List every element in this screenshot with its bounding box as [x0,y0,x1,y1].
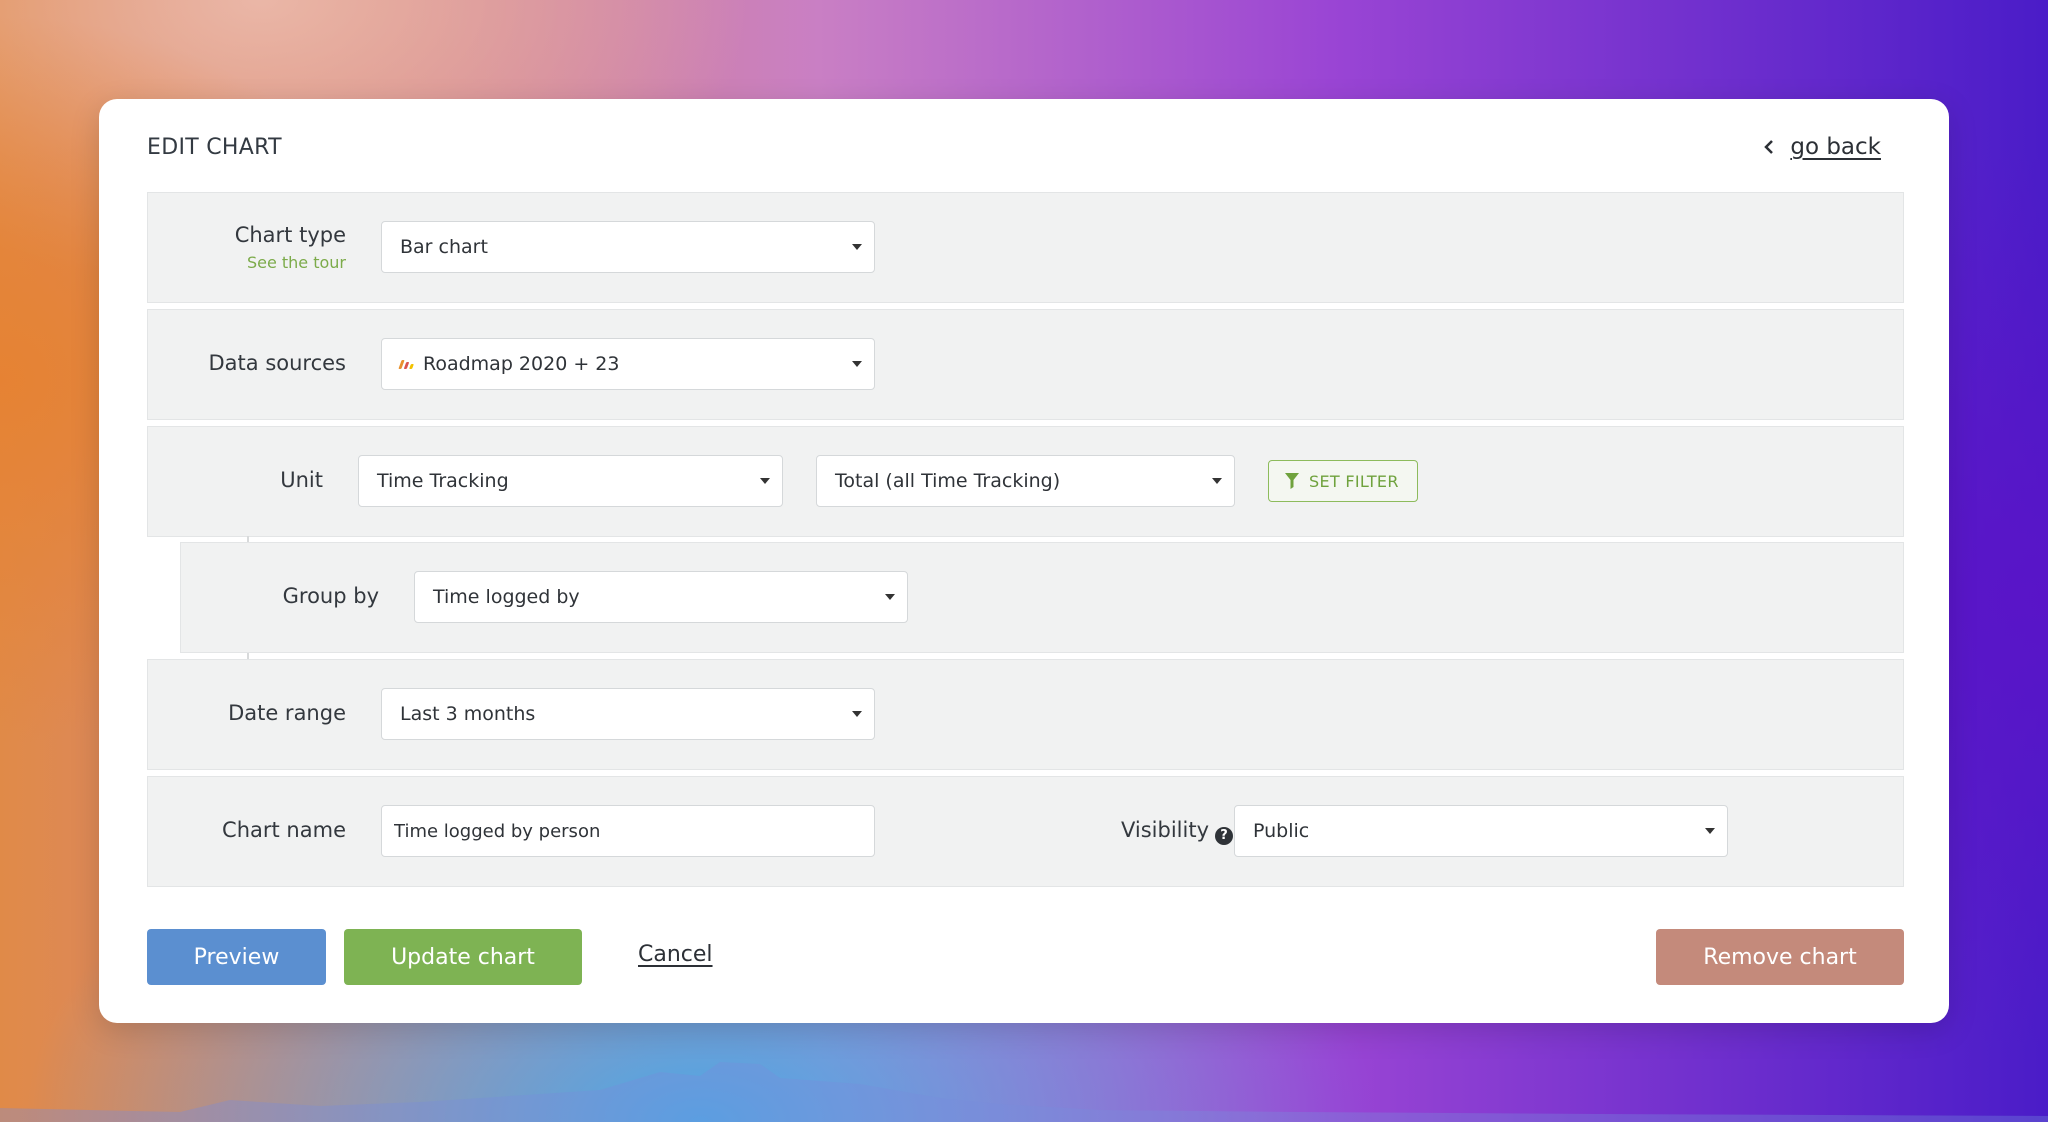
chart-type-row: Chart type See the tour Bar chart [147,192,1904,303]
edit-chart-card: EDIT CHART go back Chart type See the to… [99,99,1949,1023]
card-header: EDIT CHART go back [147,127,1881,167]
caret-down-icon [852,244,862,250]
chart-name-label: Chart name [222,818,346,842]
filter-icon [1285,473,1299,489]
visibility-value: Public [1253,820,1310,842]
caret-down-icon [760,478,770,484]
group-by-value: Time logged by [433,586,580,608]
see-tour-link[interactable]: See the tour [146,253,346,272]
chevron-left-icon [1764,140,1774,154]
unit-aggregate-select[interactable]: Total (all Time Tracking) [816,455,1235,507]
set-filter-button[interactable]: SET FILTER [1268,460,1418,502]
remove-chart-button[interactable]: Remove chart [1656,929,1904,985]
date-range-select[interactable]: Last 3 months [381,688,875,740]
data-sources-row: Data sources Roadmap 2020 + 23 [147,309,1904,420]
date-range-value: Last 3 months [400,703,536,725]
set-filter-label: SET FILTER [1309,471,1399,491]
data-sources-label: Data sources [208,351,347,375]
caret-down-icon [1212,478,1222,484]
page-title: EDIT CHART [147,134,282,160]
background-skyline [0,1062,2048,1122]
visibility-select[interactable]: Public [1234,805,1728,857]
data-sources-value: Roadmap 2020 + 23 [423,353,620,375]
go-back-label: go back [1790,134,1881,160]
chart-name-input[interactable] [381,805,875,857]
caret-down-icon [885,594,895,600]
chart-type-select[interactable]: Bar chart [381,221,875,273]
unit-row: Unit Time Tracking Total (all Time Track… [147,426,1904,537]
cancel-link[interactable]: Cancel [638,942,713,967]
roadmap-logo-icon [398,359,414,369]
caret-down-icon [1705,828,1715,834]
chart-type-label: Chart type [234,223,346,247]
caret-down-icon [852,711,862,717]
date-range-row: Date range Last 3 months [147,659,1904,770]
unit-select[interactable]: Time Tracking [358,455,783,507]
unit-aggregate-value: Total (all Time Tracking) [835,470,1061,492]
go-back-link[interactable]: go back [1762,134,1881,160]
caret-down-icon [852,361,862,367]
group-by-select[interactable]: Time logged by [414,571,908,623]
group-by-row: Group by Time logged by [180,542,1904,653]
chart-type-value: Bar chart [400,236,488,258]
group-by-label: Group by [282,584,379,608]
unit-label: Unit [280,468,323,492]
chart-name-row: Chart name Visibility? Public [147,776,1904,887]
update-chart-button[interactable]: Update chart [344,929,582,985]
date-range-label: Date range [228,701,346,725]
help-icon[interactable]: ? [1215,826,1233,845]
unit-value: Time Tracking [377,470,509,492]
data-sources-select[interactable]: Roadmap 2020 + 23 [381,338,875,390]
preview-button[interactable]: Preview [147,929,326,985]
visibility-label-group: Visibility? [1098,818,1233,845]
visibility-label: Visibility [1120,818,1209,842]
